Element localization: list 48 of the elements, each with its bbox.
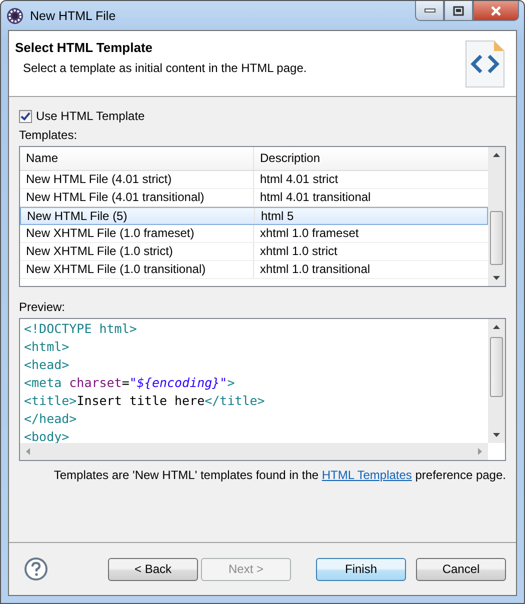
up-arrow-icon[interactable]: [493, 153, 500, 157]
table-cell-text: html 5: [260, 208, 295, 224]
checkbox[interactable]: [19, 110, 32, 122]
table-cell-text: html 4.01 strict: [259, 171, 340, 188]
code-line: <meta charset="${encoding}">: [24, 374, 236, 392]
maximize-icon: [452, 6, 464, 16]
up-arrow-icon[interactable]: [493, 325, 500, 329]
down-arrow-icon[interactable]: [493, 276, 500, 280]
code-line: <title>Insert title here</title>: [24, 392, 266, 410]
code-file-icon: [464, 39, 506, 89]
column-header[interactable]: Description: [254, 147, 326, 170]
minimize-icon: [424, 8, 436, 14]
help-icon[interactable]: [24, 557, 48, 581]
down-arrow-icon[interactable]: [493, 433, 500, 437]
code-line: </head>: [24, 410, 78, 428]
gear-icon: [6, 6, 24, 24]
table-cell: New XHTML File (1.0 transitional): [20, 261, 254, 278]
info-text: Templates are 'New HTML' templates found in the HTML Templates preference page.: [54, 468, 506, 482]
page-description: Select a template as initial content in the HTML page.: [23, 61, 307, 75]
column-header[interactable]: Name: [20, 147, 254, 170]
code-line: <head>: [24, 356, 70, 374]
minimize-button[interactable]: [415, 1, 444, 21]
templates-label: Templates:: [19, 128, 78, 143]
link[interactable]: HTML Templates: [322, 468, 412, 482]
button[interactable]: Finish: [316, 558, 406, 580]
table-cell-text: html 4.01 transitional: [259, 189, 372, 206]
table-cell: New HTML File (5): [21, 208, 255, 224]
maximize-button[interactable]: [444, 1, 473, 21]
window-title: New HTML File: [30, 8, 117, 22]
preview-label: Preview:: [19, 300, 66, 315]
close-button[interactable]: [473, 1, 519, 21]
selected-row[interactable]: New HTML File (5) html 5: [20, 207, 488, 225]
button[interactable]: < Back: [108, 558, 198, 580]
table-cell-text: xhtml 1.0 frameset: [259, 225, 360, 242]
table-cell-text: xhtml 1.0 transitional: [259, 261, 372, 278]
table-cell: New HTML File (4.01 transitional): [20, 189, 254, 206]
scrollbar[interactable]: [488, 147, 505, 286]
scrollbar[interactable]: [488, 319, 505, 443]
checkbox-label[interactable]: Use HTML Template: [36, 109, 145, 123]
code-line: <!DOCTYPE html>: [24, 320, 138, 338]
page-title: Select HTML Template: [15, 40, 154, 55]
code-line: <html>: [24, 338, 70, 356]
close-icon: [490, 6, 502, 16]
table-cell: New XHTML File (1.0 strict): [20, 243, 254, 260]
table-cell: New XHTML File (1.0 frameset): [20, 225, 254, 242]
table-cell: New HTML File (4.01 strict): [20, 171, 254, 188]
table-cell-text: xhtml 1.0 strict: [259, 243, 338, 260]
button[interactable]: Cancel: [416, 558, 506, 580]
